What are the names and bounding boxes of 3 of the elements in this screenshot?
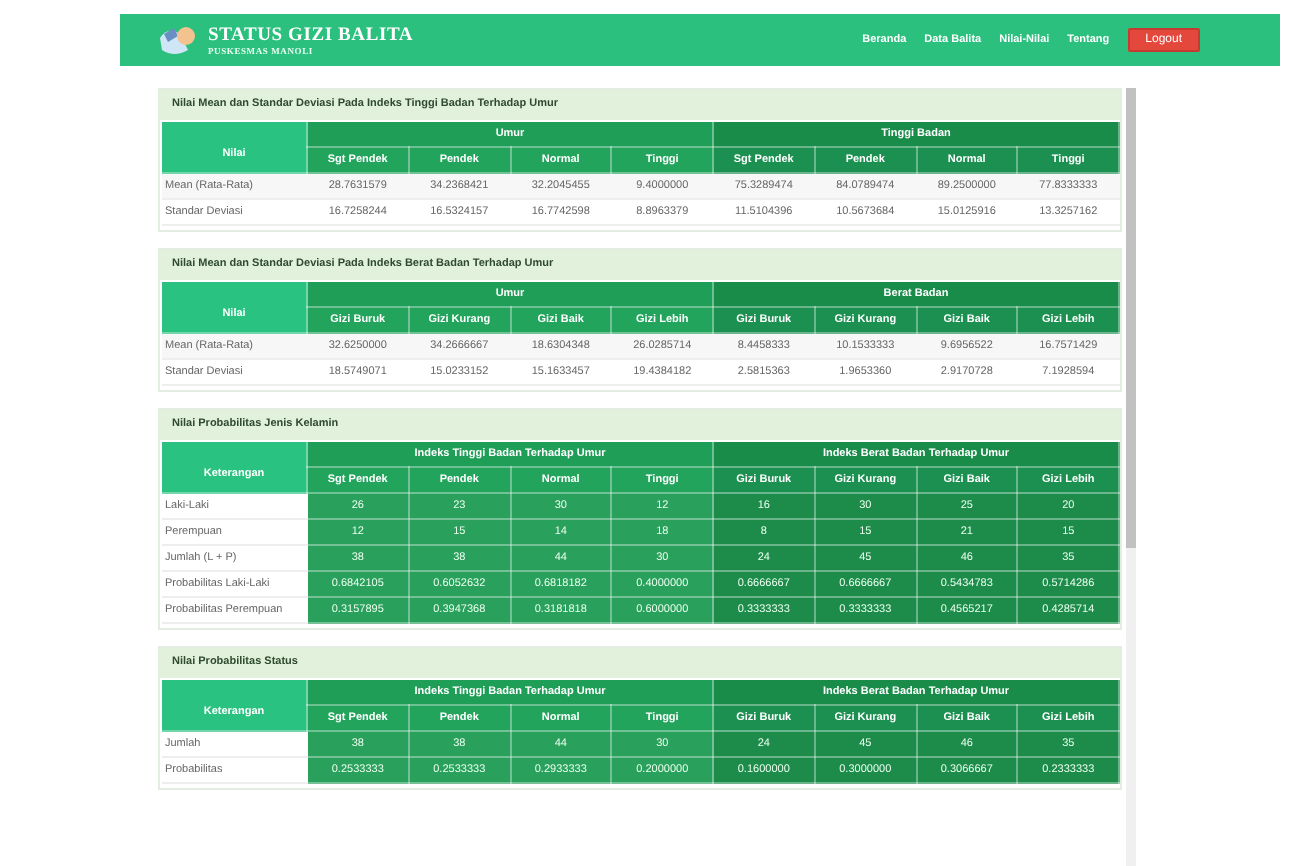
logo-icon [156,22,200,58]
scrollbar[interactable] [1126,88,1136,866]
app-title: STATUS GIZI BALITA [208,25,414,45]
